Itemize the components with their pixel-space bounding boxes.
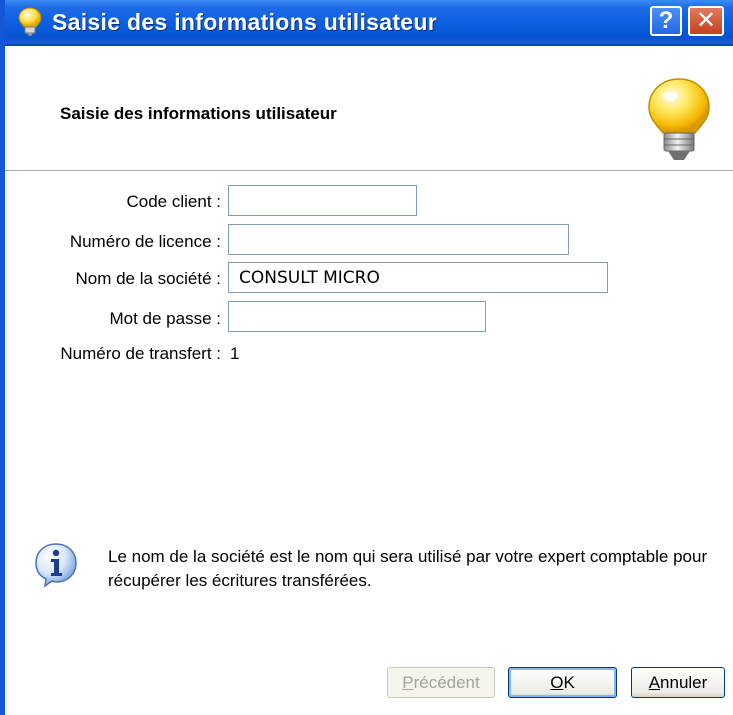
code-client-label: Code client :	[126, 192, 222, 211]
ok-button-mnemonic: O	[550, 673, 564, 692]
previous-button-label: récédent	[413, 673, 480, 692]
password-input[interactable]	[228, 301, 486, 332]
cancel-button-mnemonic: A	[648, 673, 661, 692]
code-client-input[interactable]	[228, 185, 417, 216]
dialog-header: Saisie des informations utilisateur	[5, 46, 733, 171]
licence-input[interactable]	[228, 224, 569, 255]
header-title: Saisie des informations utilisateur	[60, 104, 337, 123]
transfert-label: Numéro de transfert :	[60, 344, 221, 363]
transfert-value: 1	[230, 344, 240, 363]
info-message: Le nom de la société est le nom qui sera…	[108, 547, 708, 590]
cancel-button[interactable]: Annuler	[631, 667, 725, 698]
close-button[interactable]: ✕	[688, 6, 724, 36]
ok-button[interactable]: OK	[508, 667, 617, 698]
societe-label: Nom de la société :	[75, 269, 221, 288]
licence-label: Numéro de licence :	[69, 232, 221, 251]
lightbulb-icon	[18, 7, 42, 36]
lightbulb-icon	[648, 78, 710, 160]
info-icon	[35, 543, 77, 588]
help-button[interactable]: ?	[650, 6, 682, 36]
previous-button[interactable]: Précédent	[387, 667, 495, 698]
window-title: Saisie des informations utilisateur	[52, 9, 437, 35]
ok-button-label: K	[563, 673, 575, 692]
dialog-window: Saisie des informations utilisateur ? ✕ …	[0, 0, 733, 715]
societe-input[interactable]	[228, 262, 608, 293]
help-icon: ?	[658, 7, 674, 34]
cancel-button-label: nnuler	[660, 673, 708, 692]
password-label: Mot de passe :	[109, 309, 221, 328]
title-bar[interactable]: Saisie des informations utilisateur ? ✕	[5, 0, 733, 46]
previous-button-mnemonic: P	[402, 673, 414, 692]
close-icon: ✕	[695, 7, 717, 34]
